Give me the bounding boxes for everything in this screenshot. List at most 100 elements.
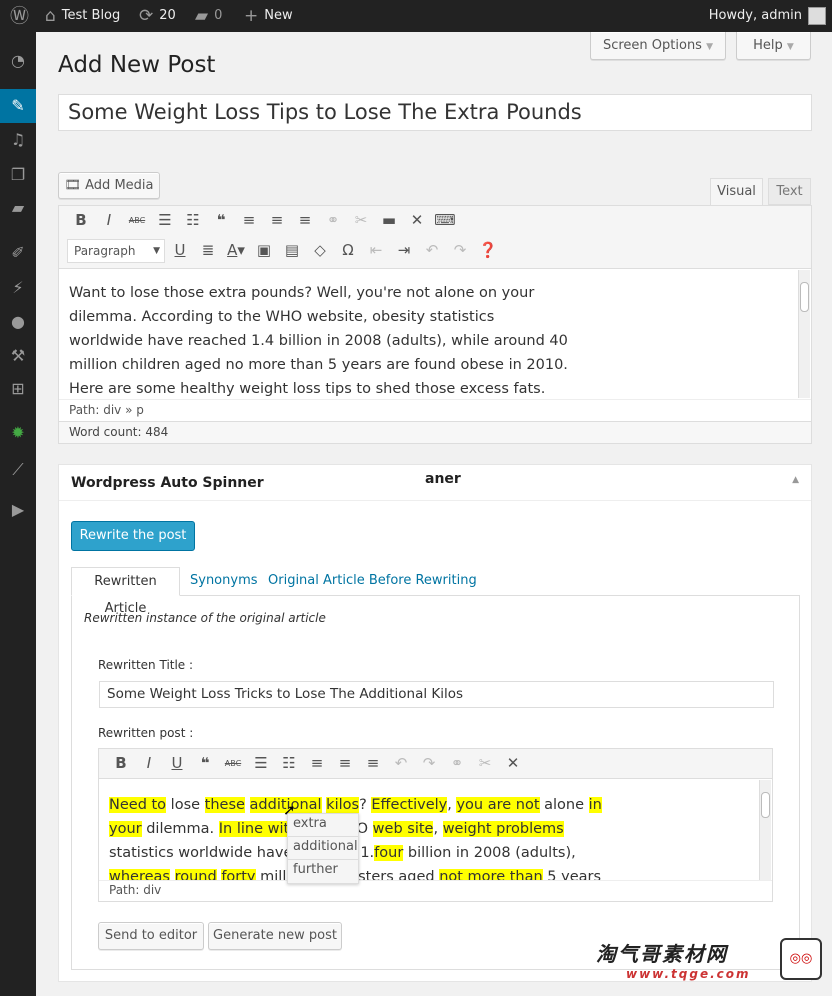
- redo-icon[interactable]: ↷: [446, 241, 474, 259]
- link-icon[interactable]: ⚭: [443, 754, 471, 772]
- text-segment: 5 years: [542, 869, 602, 880]
- pages-icon[interactable]: ❐: [0, 158, 36, 192]
- synonym-option[interactable]: additional: [288, 837, 358, 860]
- synonym-option[interactable]: extra: [288, 814, 358, 837]
- spun-word[interactable]: not more than: [439, 869, 543, 880]
- analytics-icon[interactable]: ⟋: [0, 453, 36, 487]
- post-title-input[interactable]: Some Weight Loss Tips to Lose The Extra …: [58, 94, 812, 131]
- tab-visual[interactable]: Visual: [710, 178, 763, 206]
- plugins-icon[interactable]: ⚡: [0, 271, 36, 305]
- spun-word[interactable]: whereas: [109, 869, 170, 880]
- align-center-icon[interactable]: ≡: [331, 754, 359, 772]
- generate-new-post-button[interactable]: Generate new post: [208, 922, 342, 950]
- tools-icon[interactable]: ⚒: [0, 339, 36, 373]
- rewritten-content[interactable]: Need to lose these additional kilos? Eff…: [99, 780, 759, 880]
- mouse-cursor-icon: ➚: [283, 801, 296, 819]
- spun-word[interactable]: your: [109, 821, 142, 837]
- toolbar-toggle-icon[interactable]: ⌨: [431, 211, 459, 229]
- updates-link[interactable]: ⟳ 20: [139, 0, 176, 32]
- unlink-icon[interactable]: ✂: [471, 754, 499, 772]
- read-more-icon[interactable]: ▬: [375, 211, 403, 229]
- bullet-list-icon[interactable]: ☰: [247, 754, 275, 772]
- tab-text[interactable]: Text: [768, 178, 811, 205]
- spun-word[interactable]: these: [204, 797, 245, 813]
- italic-icon[interactable]: I: [95, 211, 123, 229]
- posts-icon[interactable]: ✎: [0, 89, 36, 123]
- align-left-icon[interactable]: ≡: [235, 211, 263, 229]
- spun-word[interactable]: four: [374, 845, 404, 861]
- rewritten-scrollbar[interactable]: [759, 780, 771, 880]
- synonym-option[interactable]: further: [288, 860, 358, 883]
- media-icon[interactable]: ♫: [0, 123, 36, 157]
- link-icon[interactable]: ⚭: [319, 211, 347, 229]
- add-media-button[interactable]: 🎞 Add Media: [58, 172, 160, 199]
- tab-rewritten-article[interactable]: Rewritten Article: [71, 567, 180, 616]
- numbered-list-icon[interactable]: ☷: [179, 211, 207, 229]
- align-center-icon[interactable]: ≡: [263, 211, 291, 229]
- special-character-icon[interactable]: Ω: [334, 241, 362, 259]
- spun-word[interactable]: web site: [372, 821, 434, 837]
- spun-word[interactable]: Need to: [109, 797, 167, 813]
- numbered-list-icon[interactable]: ☷: [275, 754, 303, 772]
- spinner-plugin-icon[interactable]: ✹: [0, 416, 36, 450]
- underline-icon[interactable]: U: [163, 754, 191, 772]
- fullscreen-icon[interactable]: ✕: [403, 211, 431, 229]
- post-content[interactable]: Want to lose those extra pounds? Well, y…: [69, 281, 568, 401]
- underline-icon[interactable]: U: [166, 241, 194, 259]
- strikethrough-icon[interactable]: ABC: [219, 759, 247, 768]
- settings-icon[interactable]: ⊞: [0, 372, 36, 406]
- account-menu[interactable]: Howdy, admin: [709, 0, 826, 32]
- rewritten-title-input[interactable]: Some Weight Loss Tricks to Lose The Addi…: [99, 681, 774, 708]
- synonyms-popup: extra additional further: [287, 813, 359, 884]
- redo-icon[interactable]: ↷: [415, 754, 443, 772]
- align-right-icon[interactable]: ≡: [359, 754, 387, 772]
- spun-word[interactable]: you are not: [456, 797, 540, 813]
- tab-synonyms[interactable]: Synonyms: [190, 573, 258, 588]
- users-icon[interactable]: ●: [0, 305, 36, 339]
- align-right-icon[interactable]: ≡: [291, 211, 319, 229]
- dashboard-icon[interactable]: ◔: [0, 44, 36, 78]
- bold-icon[interactable]: B: [67, 211, 95, 229]
- text-color-icon[interactable]: A▾: [222, 241, 250, 259]
- site-link[interactable]: ⌂ Test Blog: [45, 0, 120, 32]
- align-left-icon[interactable]: ≡: [303, 754, 331, 772]
- blockquote-icon[interactable]: ❝: [191, 754, 219, 772]
- indent-icon[interactable]: ⇥: [390, 241, 418, 259]
- spun-word[interactable]: round: [174, 869, 217, 880]
- bold-icon[interactable]: B: [107, 754, 135, 772]
- fullscreen-icon[interactable]: ✕: [499, 754, 527, 772]
- blockquote-icon[interactable]: ❝: [207, 211, 235, 229]
- paste-word-icon[interactable]: ▤: [278, 241, 306, 259]
- undo-icon[interactable]: ↶: [387, 754, 415, 772]
- screen-options-button[interactable]: Screen Options ▼: [590, 32, 726, 60]
- spun-word[interactable]: in: [588, 797, 602, 813]
- appearance-icon[interactable]: ✐: [0, 236, 36, 270]
- outdent-icon[interactable]: ⇤: [362, 241, 390, 259]
- justify-icon[interactable]: ≣: [194, 241, 222, 259]
- strikethrough-icon[interactable]: ABC: [123, 216, 151, 225]
- undo-icon[interactable]: ↶: [418, 241, 446, 259]
- spun-word[interactable]: forty: [221, 869, 256, 880]
- help-icon[interactable]: ❓: [474, 241, 502, 259]
- clear-formatting-icon[interactable]: ◇: [306, 241, 334, 259]
- help-button[interactable]: Help ▼: [736, 32, 811, 60]
- rewrite-post-button[interactable]: Rewrite the post: [71, 521, 195, 551]
- spun-word[interactable]: kilos: [326, 797, 360, 813]
- unlink-icon[interactable]: ✂: [347, 211, 375, 229]
- bullet-list-icon[interactable]: ☰: [151, 211, 179, 229]
- send-to-editor-button[interactable]: Send to editor: [98, 922, 204, 950]
- video-icon[interactable]: ▶: [0, 493, 36, 527]
- editor-scrollbar[interactable]: [798, 270, 810, 398]
- new-link[interactable]: + New: [244, 0, 293, 32]
- collapse-toggle-icon[interactable]: ▲: [792, 475, 799, 485]
- tab-original-article[interactable]: Original Article Before Rewriting: [268, 573, 477, 588]
- italic-icon[interactable]: I: [135, 754, 163, 772]
- wordpress-logo-icon[interactable]: Ⓦ: [10, 0, 29, 32]
- metabox-header[interactable]: Wordpress Auto Spinner aner ▲: [59, 465, 811, 501]
- spun-word[interactable]: weight problems: [442, 821, 564, 837]
- comments-link[interactable]: ▰ 0: [195, 0, 222, 32]
- comments-icon[interactable]: ▰: [0, 191, 36, 225]
- paste-text-icon[interactable]: ▣: [250, 241, 278, 259]
- format-select[interactable]: Paragraph ▼: [67, 239, 165, 263]
- spun-word[interactable]: Effectively: [371, 797, 448, 813]
